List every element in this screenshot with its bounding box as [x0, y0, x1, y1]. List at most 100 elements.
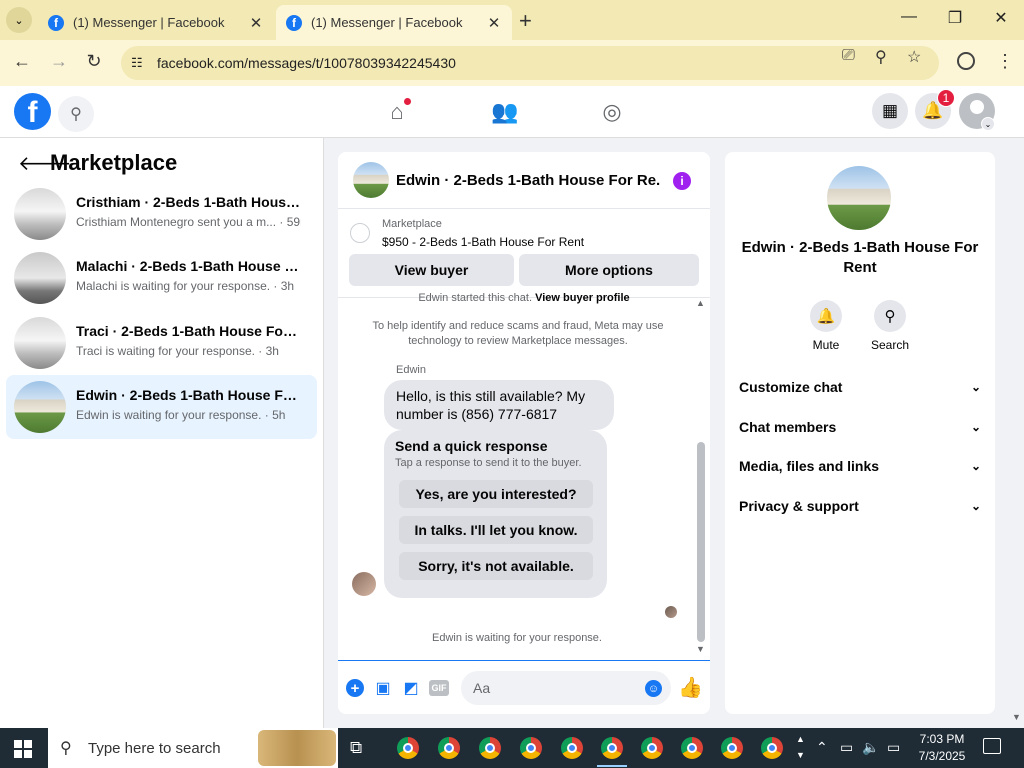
plus-icon[interactable]: + [346, 679, 364, 697]
chevron-down-icon[interactable]: ⌄ [981, 117, 995, 131]
message-thread: Edwin started this chat. View buyer prof… [338, 292, 710, 660]
sender-avatar[interactable] [352, 572, 376, 596]
message-input[interactable]: Aa [461, 671, 671, 705]
browser-tab-active[interactable]: f (1) Messenger | Facebook ✕ [276, 5, 512, 40]
chrome-taskbar-icon[interactable] [721, 737, 743, 759]
taskbar-scroll-arrows-icon[interactable]: ▲ ▼ [796, 731, 805, 763]
bookmark-star-icon[interactable]: ☆ [907, 47, 921, 67]
forward-arrow-icon[interactable]: → [47, 51, 71, 72]
scroll-down-arrow-icon[interactable]: ▼ [696, 644, 705, 654]
close-tab-icon[interactable]: ✕ [248, 14, 264, 32]
profile-icon[interactable] [957, 52, 975, 70]
thumbs-up-icon[interactable]: 👍 [678, 675, 703, 700]
scrollbar-thumb[interactable] [697, 442, 705, 642]
minimize-icon[interactable]: — [886, 8, 932, 26]
facebook-favicon-icon: f [286, 14, 302, 31]
install-app-icon[interactable]: ⎚ [842, 47, 855, 65]
network-icon[interactable]: ▭ [887, 739, 900, 756]
chrome-taskbar-icon[interactable] [438, 737, 460, 759]
more-options-button[interactable]: More options [519, 254, 699, 286]
windows-taskbar: ⚲ Type here to search ⧉ ▲ ▼ ⌃ ▭ 🔈 ▭ 7:03 … [0, 728, 1024, 768]
clock-date: 7/3/2025 [918, 749, 966, 763]
chat-members-section[interactable]: Chat members ⌄ [739, 415, 981, 439]
privacy-support-section[interactable]: Privacy & support ⌄ [739, 494, 981, 518]
notification-center-icon[interactable] [983, 738, 1001, 754]
view-buyer-profile-link[interactable]: View buyer profile [535, 292, 630, 304]
active-app-indicator [597, 765, 627, 767]
chrome-taskbar-icon[interactable] [520, 737, 542, 759]
browser-tab[interactable]: f (1) Messenger | Facebook ✕ [38, 5, 274, 40]
chrome-taskbar-icon[interactable] [681, 737, 703, 759]
conversation-item[interactable]: Malachi · 2-Beds 1-Bath House For Rent M… [6, 246, 317, 310]
marketplace-sidebar: 🡐 Marketplace Cristhiam · 2-Beds 1-Bath … [0, 138, 324, 728]
conversation-item[interactable]: Cristhiam · 2-Beds 1-Bath House For Rent… [6, 182, 317, 246]
bell-icon: 🔔 [810, 300, 842, 332]
conversation-name: Cristhiam · 2-Beds 1-Bath House For Rent [76, 194, 301, 210]
chevron-down-icon: ⌄ [970, 380, 981, 394]
close-window-icon[interactable]: ✕ [978, 8, 1024, 28]
chrome-taskbar-icon[interactable] [397, 737, 419, 759]
chevron-down-icon: ⌄ [970, 459, 981, 473]
reload-icon[interactable]: ↻ [82, 51, 106, 72]
message-bubble[interactable]: Hello, is this still available? My numbe… [384, 380, 614, 430]
gif-icon[interactable]: GIF [429, 680, 449, 696]
site-info-icon[interactable]: ☷ [131, 55, 143, 71]
conversation-preview: Malachi is waiting for your response. · … [76, 279, 295, 293]
view-buyer-button[interactable]: View buyer [349, 254, 514, 286]
volume-icon[interactable]: 🔈 [862, 739, 879, 756]
listing-source: Marketplace [382, 218, 442, 230]
new-tab-icon[interactable]: + [519, 8, 532, 34]
conversation-item-selected[interactable]: Edwin · 2-Beds 1-Bath House For Rent Edw… [6, 375, 317, 439]
media-files-section[interactable]: Media, files and links ⌄ [739, 454, 981, 478]
address-bar[interactable]: ☷ facebook.com/messages/t/10078039342245… [121, 46, 939, 80]
message-placeholder: Aa [473, 680, 491, 696]
windows-start-icon[interactable] [14, 740, 32, 758]
chrome-taskbar-icon[interactable] [561, 737, 583, 759]
chevron-down-icon: ⌄ [970, 499, 981, 513]
info-icon[interactable]: i [673, 172, 691, 190]
search-icon[interactable]: ⚲ [58, 96, 94, 132]
meet-now-icon[interactable]: ▭ [840, 739, 853, 756]
search-icon: ⚲ [60, 740, 72, 757]
message-composer: + ▣ ◩ GIF Aa ☺ 👍 [338, 660, 710, 714]
url-text: facebook.com/messages/t/1007803934224543… [157, 55, 456, 71]
tab-search-button[interactable]: ⌄ [6, 7, 32, 33]
listing-thumbnail [14, 317, 66, 369]
friends-icon[interactable]: 👥 [490, 98, 520, 126]
search-button[interactable]: ⚲ Search [862, 300, 918, 352]
section-label: Chat members [739, 419, 837, 435]
emoji-icon[interactable]: ☺ [645, 680, 662, 697]
chrome-taskbar-icon[interactable] [479, 737, 501, 759]
facebook-logo-icon[interactable]: f [14, 93, 51, 130]
page-scroll-down-icon[interactable]: ▼ [1012, 712, 1021, 722]
show-hidden-icons-chevron-icon[interactable]: ⌃ [816, 739, 828, 756]
listing-title[interactable]: $950 - 2-Beds 1-Bath House For Rent [382, 235, 584, 249]
mute-button[interactable]: 🔔 Mute [798, 300, 854, 352]
chat-listing-avatar[interactable] [353, 162, 389, 198]
seen-indicator-avatar [665, 606, 677, 618]
quick-reply-button[interactable]: In talks. I'll let you know. [399, 516, 593, 544]
chrome-taskbar-icon[interactable] [641, 737, 663, 759]
quick-reply-button[interactable]: Sorry, it's not available. [399, 552, 593, 580]
customize-chat-section[interactable]: Customize chat ⌄ [739, 375, 981, 399]
system-clock[interactable]: 7:03 PM 7/3/2025 [912, 731, 972, 765]
chat-started-text: Edwin started this chat. [418, 292, 533, 304]
photo-icon[interactable]: ▣ [373, 678, 393, 698]
conversation-item[interactable]: Traci · 2-Beds 1-Bath House For Rent Tra… [6, 311, 317, 375]
sticker-icon[interactable]: ◩ [401, 678, 421, 698]
task-view-icon[interactable]: ⧉ [350, 738, 362, 758]
groups-icon[interactable]: ◎ [597, 98, 627, 126]
chat-title[interactable]: Edwin · 2-Beds 1-Bath House For Re... [396, 172, 661, 189]
conversation-name: Traci · 2-Beds 1-Bath House For Rent [76, 323, 301, 339]
scroll-up-arrow-icon[interactable]: ▲ [696, 298, 705, 308]
menu-grid-icon[interactable]: ▦ [872, 93, 908, 129]
close-tab-icon[interactable]: ✕ [486, 14, 502, 32]
chrome-taskbar-icon-active[interactable] [601, 737, 623, 759]
quick-response-title: Send a quick response [395, 438, 548, 454]
chrome-taskbar-icon[interactable] [761, 737, 783, 759]
quick-reply-button[interactable]: Yes, are you interested? [399, 480, 593, 508]
chrome-menu-icon[interactable]: ⋮ [996, 51, 1014, 72]
back-arrow-icon[interactable]: ← [10, 51, 34, 72]
zoom-icon[interactable]: ⚲ [875, 47, 887, 67]
restore-icon[interactable]: ❐ [932, 8, 978, 28]
